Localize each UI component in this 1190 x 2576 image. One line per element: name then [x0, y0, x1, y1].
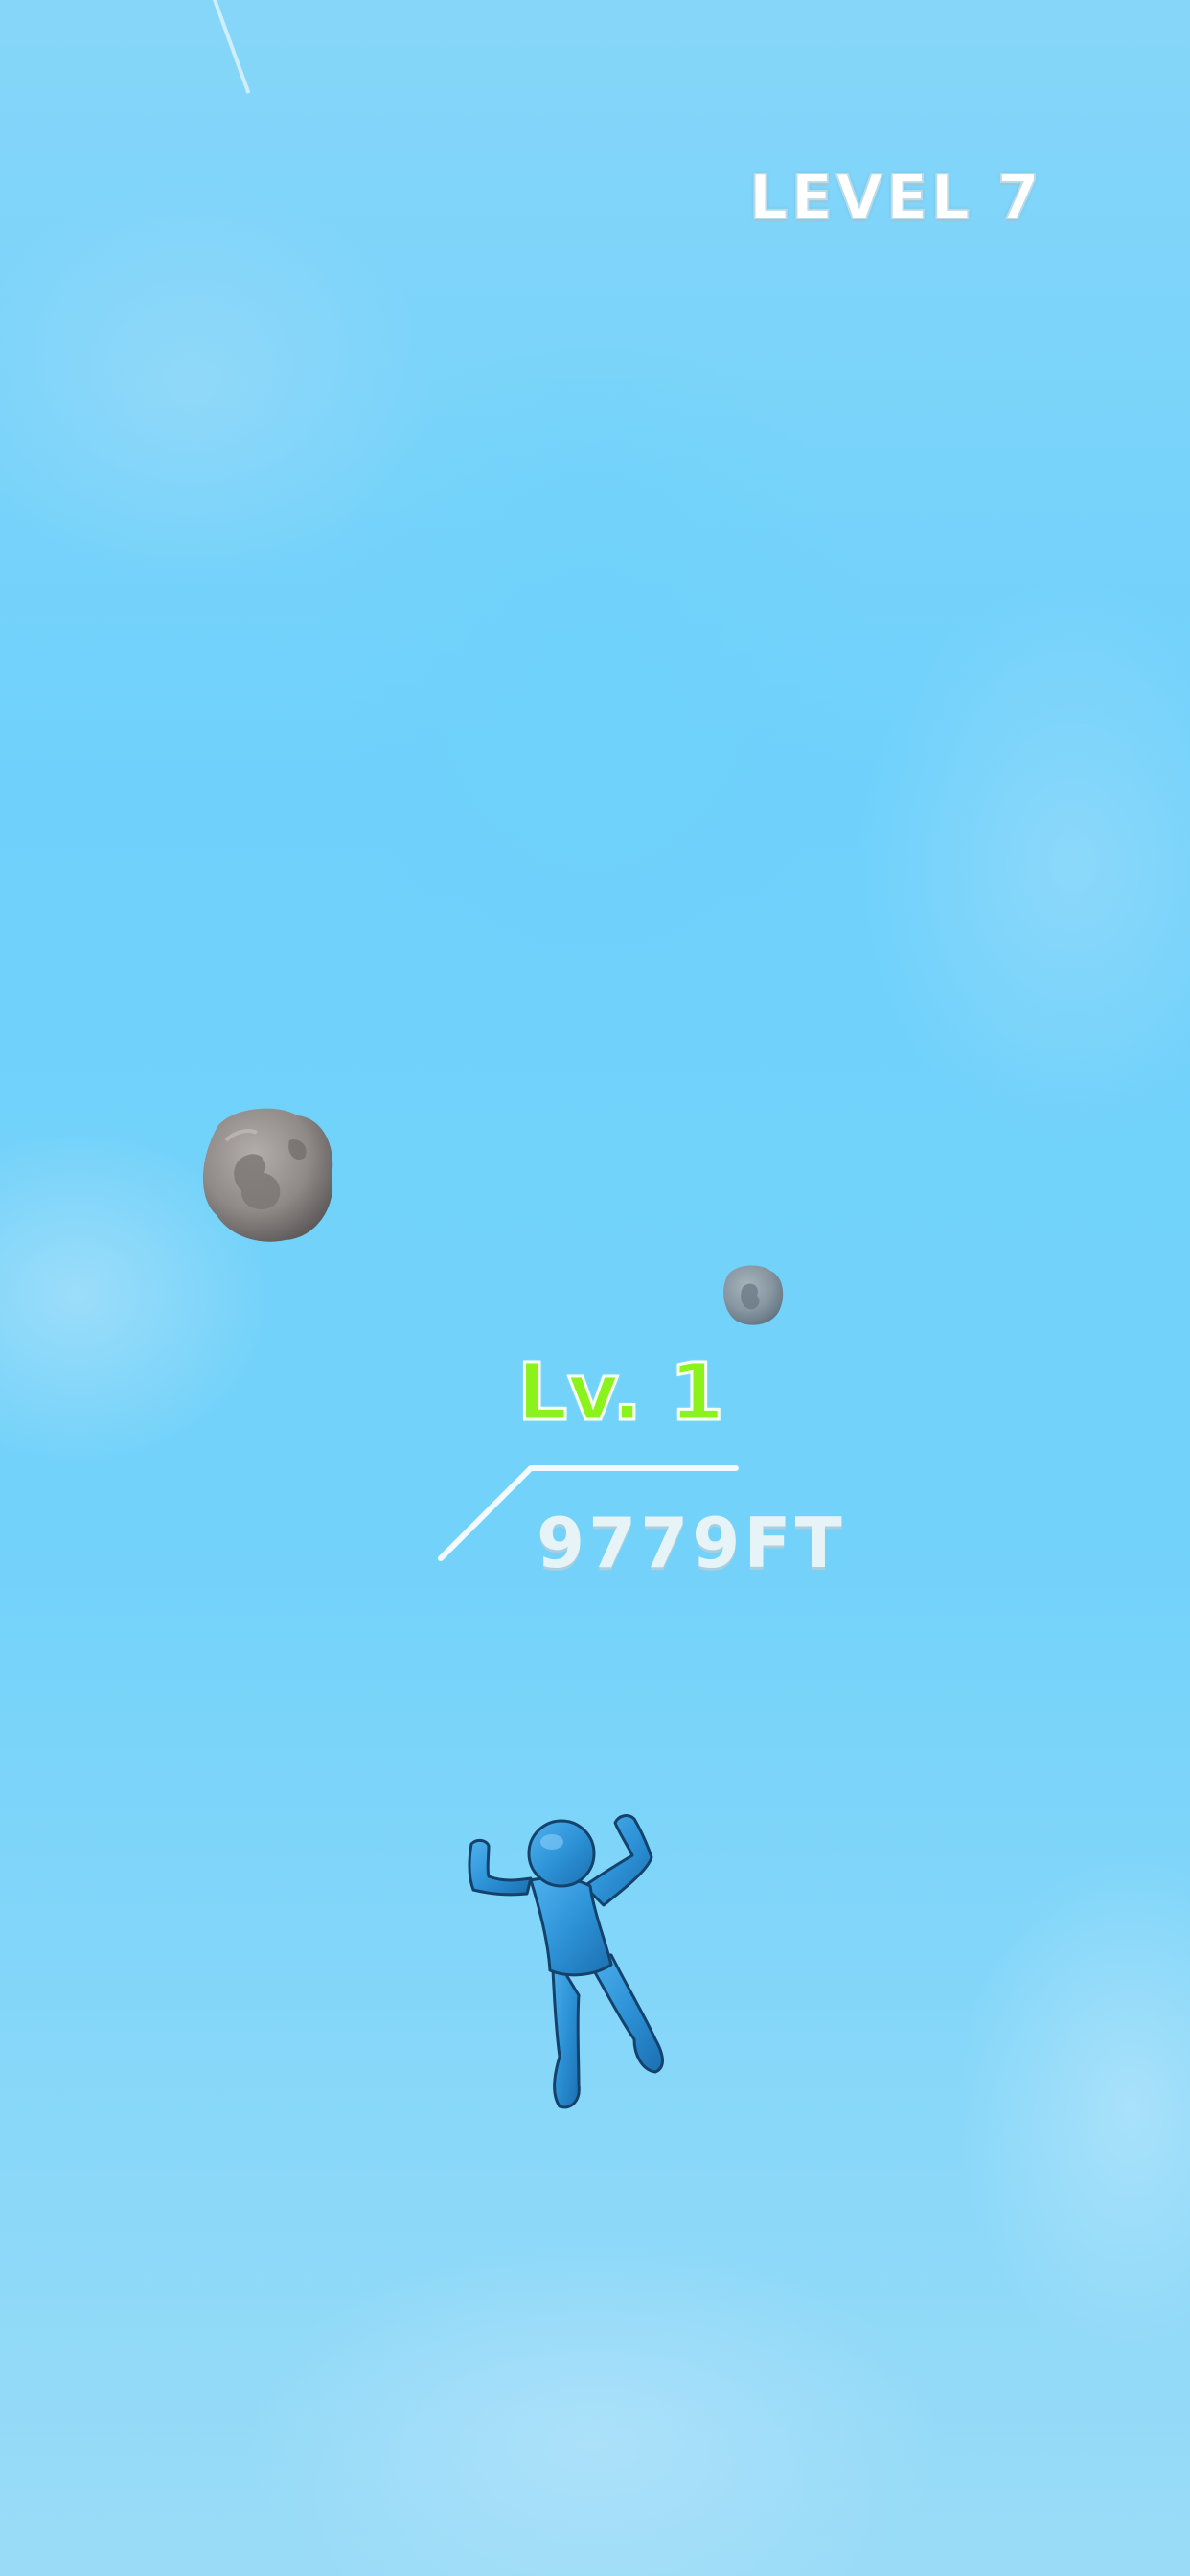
falling-rock-icon: [202, 1108, 333, 1242]
falling-rock-icon: [723, 1265, 784, 1325]
distance-readout: 9779FT: [537, 1503, 846, 1583]
level-label: LEVEL 7: [748, 162, 1042, 235]
stickman-skydiver-icon[interactable]: [460, 1798, 684, 2124]
sky-background: [0, 0, 1190, 2576]
player-level-label: Lv. 1: [516, 1346, 726, 1440]
